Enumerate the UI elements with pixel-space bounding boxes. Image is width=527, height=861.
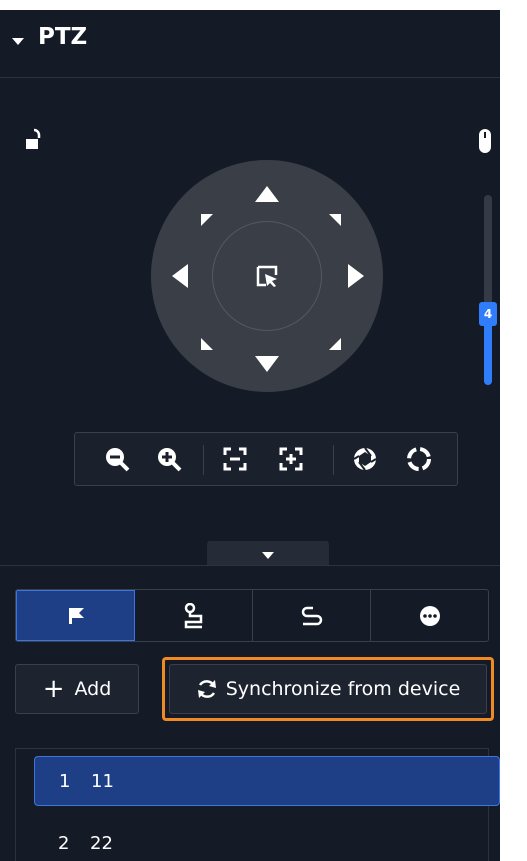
toolbar-separator (333, 445, 334, 475)
arrow-left-icon[interactable] (172, 264, 188, 288)
pattern-icon (301, 606, 322, 625)
lens-toolbar (74, 432, 458, 486)
unlock-icon[interactable] (26, 128, 42, 152)
ptz-function-tabs (15, 589, 489, 642)
sync-icon (197, 680, 216, 698)
arrow-up-icon[interactable] (255, 186, 279, 202)
tour-path-icon (184, 602, 202, 628)
chevron-down-icon (262, 552, 274, 559)
preset-number: 1 (59, 770, 71, 792)
caret-down-icon[interactable] (12, 38, 24, 45)
arrow-up-right-icon[interactable] (329, 214, 341, 226)
zoom-in-icon[interactable] (155, 445, 183, 473)
sync-label: Synchronize from device (225, 678, 461, 700)
more-icon (419, 605, 440, 626)
preset-name: 11 (91, 770, 114, 792)
section-divider (0, 565, 500, 566)
arrow-down-icon[interactable] (255, 356, 279, 372)
arrow-right-icon[interactable] (348, 264, 364, 288)
focus-far-icon[interactable] (277, 445, 305, 473)
slider-thumb[interactable]: 4 (479, 302, 497, 326)
list-item[interactable]: 2 22 (34, 818, 500, 861)
tab-more[interactable] (371, 590, 488, 641)
zoom-out-icon[interactable] (103, 445, 131, 473)
add-preset-button[interactable]: + Add (15, 664, 139, 714)
panel-title: PTZ (38, 23, 88, 50)
arrow-down-left-icon[interactable] (201, 338, 213, 350)
expand-panel-button[interactable] (207, 541, 329, 565)
list-item[interactable]: 1 11 (34, 756, 500, 806)
toolbar-separator (203, 445, 204, 475)
arrow-down-right-icon[interactable] (329, 338, 341, 350)
preset-number: 2 (58, 832, 70, 854)
ptz-header[interactable]: PTZ (0, 10, 500, 78)
flag-icon (68, 607, 84, 624)
sync-from-device-button[interactable]: Synchronize from device (169, 664, 487, 714)
sync-highlight-frame: Synchronize from device (162, 657, 494, 721)
iris-close-icon[interactable] (405, 445, 433, 473)
tab-tour[interactable] (135, 590, 253, 641)
select-pointer-icon[interactable] (255, 264, 279, 288)
arrow-up-left-icon[interactable] (201, 214, 213, 226)
ptz-panel: PTZ 4 + Add Synchronize from device 1 11… (0, 10, 500, 861)
tab-pattern[interactable] (253, 590, 371, 641)
iris-open-icon[interactable] (351, 445, 379, 473)
ptz-joystick (151, 160, 383, 392)
focus-near-icon[interactable] (221, 445, 249, 473)
speed-slider[interactable]: 4 (479, 195, 497, 385)
plus-icon: + (42, 674, 65, 704)
add-label: Add (74, 678, 112, 700)
preset-name: 22 (90, 832, 113, 854)
mouse-icon[interactable] (478, 128, 492, 154)
tab-preset[interactable] (16, 590, 135, 641)
